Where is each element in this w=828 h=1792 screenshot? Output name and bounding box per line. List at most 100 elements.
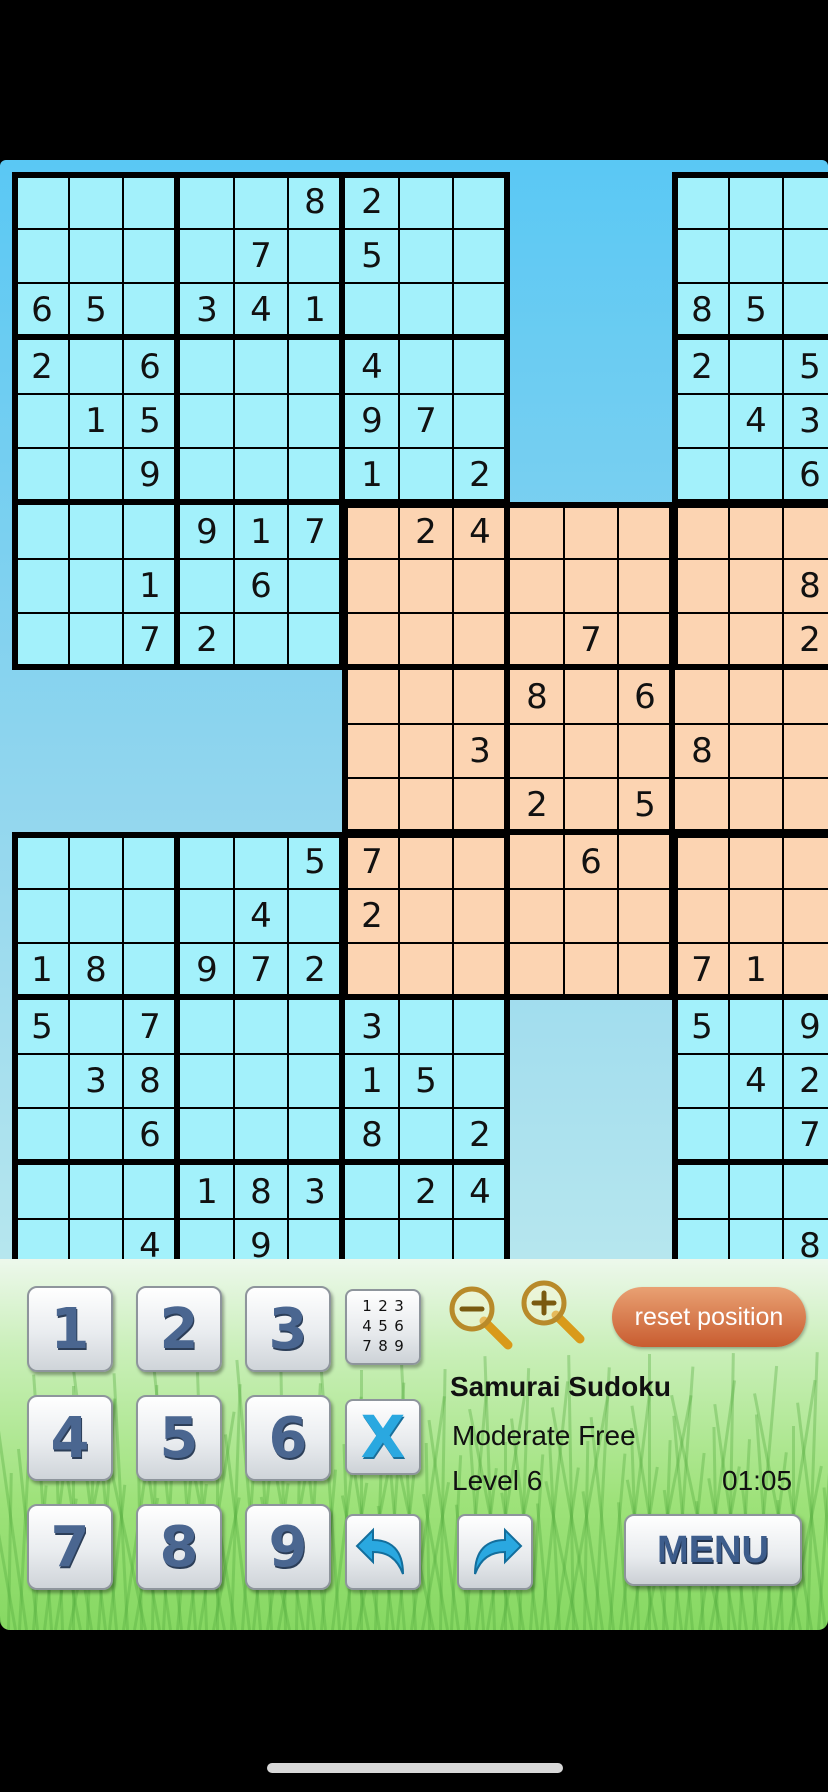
sudoku-cell[interactable] bbox=[288, 229, 342, 283]
sudoku-cell[interactable]: 5 bbox=[15, 1000, 69, 1054]
sudoku-cell[interactable] bbox=[399, 835, 453, 889]
sudoku-cell[interactable] bbox=[288, 1108, 342, 1162]
sudoku-cell[interactable] bbox=[69, 835, 123, 889]
number-key-5[interactable]: 5 bbox=[136, 1395, 222, 1481]
sudoku-cell[interactable]: 3 bbox=[783, 394, 828, 448]
sudoku-cell[interactable]: 9 bbox=[783, 1000, 828, 1054]
sudoku-cell[interactable]: 3 bbox=[69, 1054, 123, 1108]
sudoku-cell[interactable]: 4 bbox=[234, 283, 288, 337]
pencil-mode-button[interactable]: 123 456 789 bbox=[345, 1289, 421, 1365]
sudoku-cell[interactable] bbox=[180, 559, 234, 613]
sudoku-cell[interactable]: 7 bbox=[123, 1000, 177, 1054]
sudoku-cell[interactable] bbox=[69, 229, 123, 283]
sudoku-cell[interactable] bbox=[618, 943, 672, 997]
sudoku-cell[interactable] bbox=[15, 448, 69, 502]
sudoku-cell[interactable]: 3 bbox=[345, 1000, 399, 1054]
sudoku-cell[interactable] bbox=[729, 505, 783, 559]
sudoku-cell[interactable] bbox=[234, 613, 288, 667]
sudoku-cell[interactable] bbox=[729, 613, 783, 667]
sudoku-cell[interactable]: 1 bbox=[345, 448, 399, 502]
redo-button[interactable] bbox=[457, 1514, 533, 1590]
sudoku-cell[interactable]: 2 bbox=[345, 175, 399, 229]
sudoku-cell[interactable] bbox=[675, 889, 729, 943]
sudoku-cell[interactable] bbox=[234, 340, 288, 394]
sudoku-cell[interactable] bbox=[453, 1054, 507, 1108]
sudoku-cell[interactable]: 1 bbox=[180, 1165, 234, 1219]
sudoku-cell[interactable] bbox=[729, 778, 783, 832]
sudoku-cell[interactable] bbox=[399, 778, 453, 832]
sudoku-cell[interactable] bbox=[453, 943, 507, 997]
sudoku-cell[interactable]: 7 bbox=[783, 1108, 828, 1162]
sudoku-cell[interactable] bbox=[510, 613, 564, 667]
sudoku-cell[interactable] bbox=[345, 670, 399, 724]
sudoku-cell[interactable]: 7 bbox=[345, 835, 399, 889]
sudoku-cell[interactable]: 6 bbox=[234, 559, 288, 613]
sudoku-cell[interactable]: 6 bbox=[123, 1108, 177, 1162]
sudoku-cell[interactable] bbox=[510, 559, 564, 613]
sudoku-cell[interactable]: 4 bbox=[345, 340, 399, 394]
sudoku-cell[interactable] bbox=[510, 835, 564, 889]
sudoku-cell[interactable] bbox=[123, 175, 177, 229]
sudoku-cell[interactable] bbox=[15, 229, 69, 283]
sudoku-cell[interactable] bbox=[69, 613, 123, 667]
sudoku-cell[interactable] bbox=[15, 505, 69, 559]
sudoku-cell[interactable] bbox=[180, 1219, 234, 1259]
sudoku-cell[interactable] bbox=[123, 229, 177, 283]
sudoku-cell[interactable] bbox=[729, 1165, 783, 1219]
sudoku-cell[interactable] bbox=[399, 1000, 453, 1054]
menu-button[interactable]: MENU bbox=[624, 1514, 802, 1586]
sudoku-cell[interactable] bbox=[783, 943, 828, 997]
number-key-8[interactable]: 8 bbox=[136, 1504, 222, 1590]
sudoku-cell[interactable]: 8 bbox=[123, 1054, 177, 1108]
sudoku-cell[interactable]: 6 bbox=[618, 670, 672, 724]
sudoku-cell[interactable] bbox=[618, 559, 672, 613]
reset-position-button[interactable]: reset position bbox=[612, 1287, 806, 1347]
sudoku-cell[interactable] bbox=[783, 778, 828, 832]
sudoku-cell[interactable] bbox=[618, 889, 672, 943]
sudoku-cell[interactable] bbox=[675, 1108, 729, 1162]
sudoku-cell[interactable] bbox=[675, 175, 729, 229]
sudoku-cell[interactable] bbox=[180, 1108, 234, 1162]
sudoku-cell[interactable] bbox=[675, 505, 729, 559]
sudoku-cell[interactable] bbox=[123, 943, 177, 997]
sudoku-cell[interactable] bbox=[564, 778, 618, 832]
sudoku-cell[interactable]: 4 bbox=[453, 505, 507, 559]
sudoku-cell[interactable] bbox=[234, 175, 288, 229]
sudoku-board[interactable]: 8275653412641597912917241672852543682786… bbox=[0, 160, 828, 1259]
sudoku-cell[interactable] bbox=[783, 724, 828, 778]
sudoku-cell[interactable]: 9 bbox=[345, 394, 399, 448]
sudoku-cell[interactable] bbox=[15, 889, 69, 943]
sudoku-cell[interactable]: 8 bbox=[288, 175, 342, 229]
sudoku-cell[interactable]: 6 bbox=[15, 283, 69, 337]
sudoku-cell[interactable]: 2 bbox=[288, 943, 342, 997]
sudoku-cell[interactable] bbox=[675, 448, 729, 502]
sudoku-cell[interactable] bbox=[729, 724, 783, 778]
sudoku-cell[interactable] bbox=[453, 1000, 507, 1054]
sudoku-cell[interactable]: 8 bbox=[69, 943, 123, 997]
sudoku-cell[interactable]: 7 bbox=[234, 943, 288, 997]
sudoku-cell[interactable] bbox=[345, 559, 399, 613]
sudoku-cell[interactable]: 5 bbox=[288, 835, 342, 889]
sudoku-cell[interactable]: 1 bbox=[123, 559, 177, 613]
sudoku-cell[interactable] bbox=[510, 889, 564, 943]
sudoku-cell[interactable] bbox=[564, 670, 618, 724]
sudoku-cell[interactable]: 2 bbox=[510, 778, 564, 832]
sudoku-cell[interactable]: 7 bbox=[288, 505, 342, 559]
sudoku-cell[interactable] bbox=[15, 1165, 69, 1219]
sudoku-cell[interactable] bbox=[399, 340, 453, 394]
sudoku-cell[interactable] bbox=[453, 340, 507, 394]
sudoku-cell[interactable] bbox=[69, 559, 123, 613]
sudoku-cell[interactable] bbox=[729, 175, 783, 229]
sudoku-cell[interactable] bbox=[729, 1000, 783, 1054]
sudoku-cell[interactable]: 2 bbox=[675, 340, 729, 394]
sudoku-cell[interactable] bbox=[288, 889, 342, 943]
sudoku-cell[interactable] bbox=[453, 778, 507, 832]
sudoku-cell[interactable] bbox=[288, 1219, 342, 1259]
sudoku-cell[interactable]: 8 bbox=[510, 670, 564, 724]
sudoku-cell[interactable] bbox=[123, 505, 177, 559]
sudoku-cell[interactable] bbox=[729, 1219, 783, 1259]
sudoku-cell[interactable] bbox=[729, 889, 783, 943]
sudoku-cell[interactable]: 1 bbox=[288, 283, 342, 337]
sudoku-cell[interactable]: 7 bbox=[234, 229, 288, 283]
sudoku-cell[interactable] bbox=[180, 229, 234, 283]
